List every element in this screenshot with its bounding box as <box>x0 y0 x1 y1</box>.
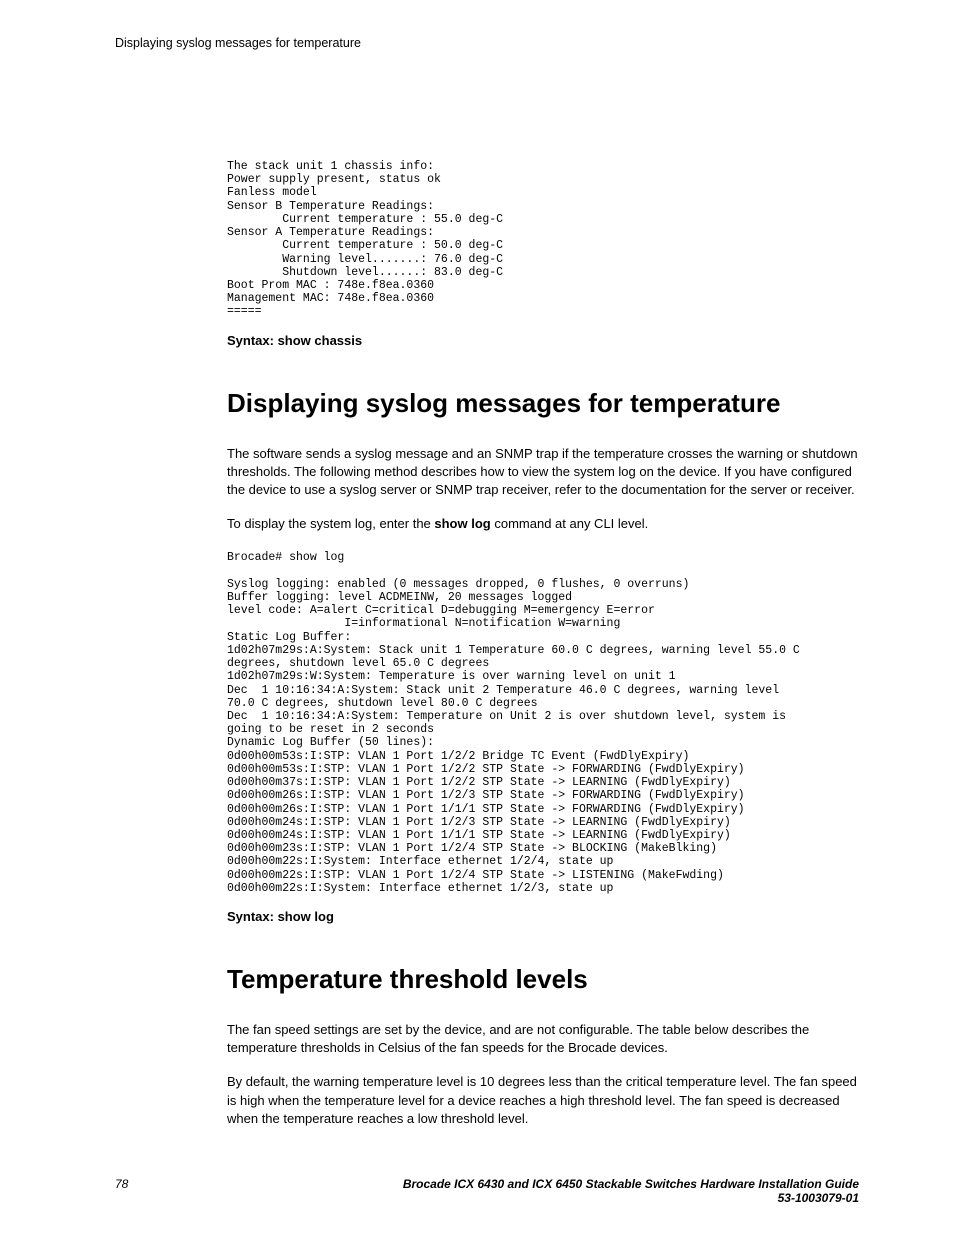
para-warning-level: By default, the warning temperature leve… <box>227 1073 859 1128</box>
code-show-log-output: Brocade# show log Syslog logging: enable… <box>227 551 859 895</box>
heading-syslog-temperature: Displaying syslog messages for temperatu… <box>227 388 859 419</box>
page-footer: 78 Brocade ICX 6430 and ICX 6450 Stackab… <box>0 1177 954 1205</box>
syntax-show-log: Syntax: show log <box>227 909 859 924</box>
code-chassis-output: The stack unit 1 chassis info: Power sup… <box>227 160 859 319</box>
syntax-show-chassis: Syntax: show chassis <box>227 333 859 348</box>
para-fragment: To display the system log, enter the <box>227 516 434 531</box>
footer-doc-title: Brocade ICX 6430 and ICX 6450 Stackable … <box>403 1177 859 1191</box>
para-fan-speed: The fan speed settings are set by the de… <box>227 1021 859 1057</box>
heading-temperature-thresholds: Temperature threshold levels <box>227 964 859 995</box>
para-show-log-instruction: To display the system log, enter the sho… <box>227 515 859 533</box>
para-fragment: command at any CLI level. <box>491 516 649 531</box>
running-header: Displaying syslog messages for temperatu… <box>115 36 859 50</box>
page-number: 78 <box>115 1177 128 1191</box>
footer-doc-number: 53-1003079-01 <box>403 1191 859 1205</box>
show-log-command: show log <box>434 516 490 531</box>
para-syslog-intro: The software sends a syslog message and … <box>227 445 859 500</box>
